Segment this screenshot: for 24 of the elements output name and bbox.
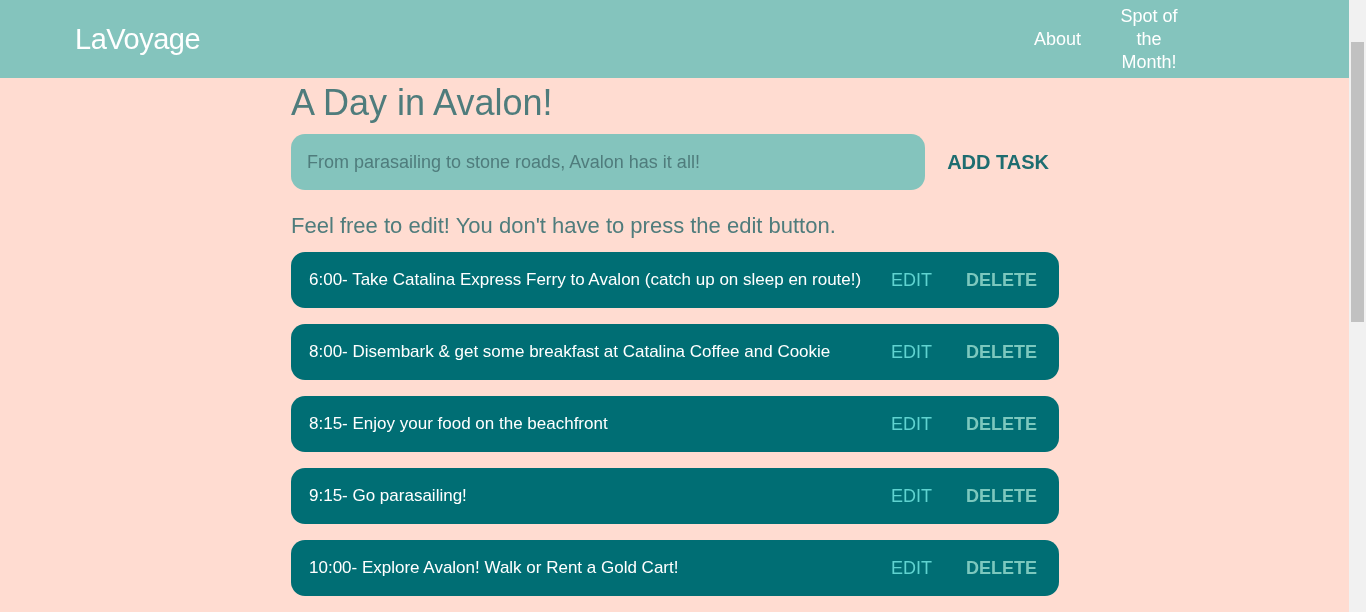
page-title: A Day in Avalon! [291,82,554,124]
task-text[interactable]: 8:15- Enjoy your food on the beachfront [309,414,881,434]
scrollbar-thumb[interactable] [1351,42,1364,322]
edit-button[interactable]: EDIT [880,265,942,295]
nav-link[interactable]: About [1033,27,1081,51]
site-logo[interactable]: LaVoyage [75,22,200,56]
edit-button[interactable]: EDIT [880,409,942,439]
task-text[interactable]: 9:15- Go parasailing! [309,486,881,506]
edit-button[interactable]: EDIT [880,553,942,583]
delete-button[interactable]: DELETE [956,553,1047,583]
delete-button[interactable]: DELETE [956,337,1047,367]
task-text[interactable]: 6:00- Take Catalina Express Ferry to Avalon (catch up on sleep en route!) [309,270,881,290]
add-task-button[interactable]: ADD TASK [937,144,1059,180]
scrollbar[interactable] [1349,0,1366,612]
task-input[interactable]: From parasailing to stone roads, Avalon has it all! [291,134,926,190]
delete-button[interactable]: DELETE [956,481,1047,511]
delete-button[interactable]: DELETE [956,265,1047,295]
edit-button[interactable]: EDIT [880,481,942,511]
task-text[interactable]: 10:00- Explore Avalon! Walk or Rent a Gold Cart! [309,558,881,578]
hint-text: Feel free to edit! You don't have to press the edit button. [291,212,837,240]
nav-link[interactable]: Spot of the Month! [1109,4,1189,74]
edit-button[interactable]: EDIT [880,337,942,367]
delete-button[interactable]: DELETE [956,409,1047,439]
task-text[interactable]: 8:00- Disembark & get some breakfast at Catalina Coffee and Cookie [309,342,881,362]
